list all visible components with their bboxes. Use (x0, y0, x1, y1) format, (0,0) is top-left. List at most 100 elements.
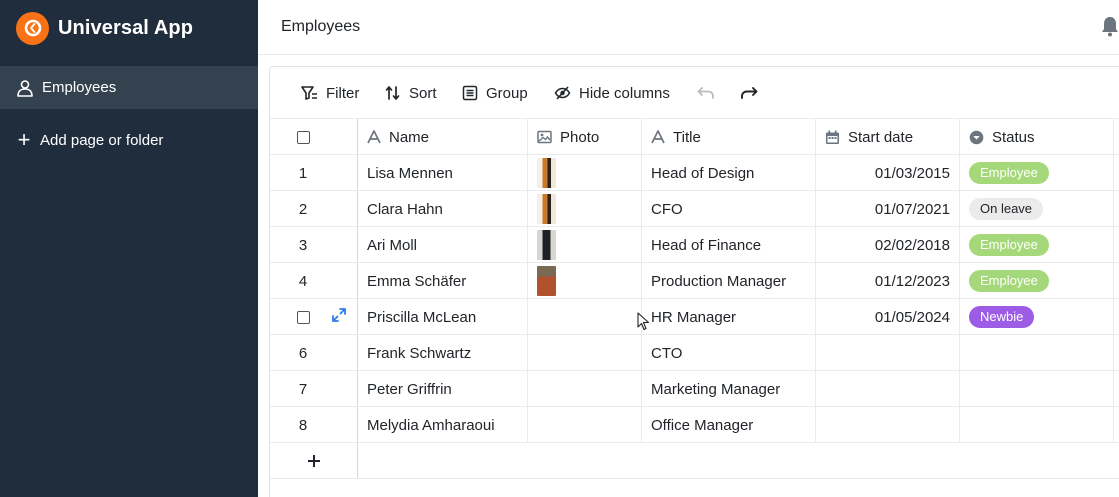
cell-start-date[interactable]: 02/02/2018 (816, 227, 960, 263)
cell-photo[interactable] (528, 371, 642, 407)
cell-name[interactable]: Ari Moll (358, 227, 528, 263)
row-index[interactable]: 4 (270, 263, 358, 299)
column-header-photo[interactable]: Photo (528, 119, 642, 155)
cell-title[interactable]: Office Manager (642, 407, 816, 443)
cell-status[interactable]: On leave (960, 191, 1114, 227)
status-badge: Employee (969, 162, 1049, 184)
cell-photo[interactable] (528, 407, 642, 443)
filter-icon (301, 86, 317, 100)
filter-button[interactable]: Filter (301, 82, 359, 104)
cell-name[interactable]: Emma Schäfer (358, 263, 528, 299)
hide-columns-button[interactable]: Hide columns (554, 82, 670, 104)
column-header-status[interactable]: Status (960, 119, 1114, 155)
column-header-more (1114, 119, 1119, 155)
cell-start-date[interactable]: 01/05/2024 (816, 299, 960, 335)
cell-status[interactable]: Employee (960, 227, 1114, 263)
employee-photo-thumbnail[interactable] (537, 230, 556, 260)
cell-status[interactable]: Employee (960, 263, 1114, 299)
brand[interactable]: Universal App (16, 11, 193, 45)
cell-status[interactable]: Employee (960, 155, 1114, 191)
table-row[interactable]: 2 Clara Hahn CFO 01/07/2021 On leave (270, 190, 1119, 227)
add-row (270, 442, 1119, 479)
select-all-cell[interactable] (270, 119, 358, 155)
bell-icon[interactable] (1100, 15, 1119, 42)
table-row[interactable]: Priscilla McLean HR Manager 01/05/2024 N… (270, 298, 1119, 335)
app-window: Universal App Employees + Add page or fo… (0, 0, 1119, 497)
row-index[interactable] (270, 299, 358, 335)
cell-title[interactable]: Head of Design (642, 155, 816, 191)
user-icon (17, 79, 33, 97)
cell-name[interactable]: Peter Griffrin (358, 371, 528, 407)
cell-photo[interactable] (528, 155, 642, 191)
cell-photo[interactable] (528, 299, 642, 335)
group-button[interactable]: Group (462, 82, 528, 104)
image-type-icon (537, 130, 552, 144)
cell-status[interactable]: Newbie (960, 299, 1114, 335)
table-row[interactable]: 3 Ari Moll Head of Finance 02/02/2018 Em… (270, 226, 1119, 263)
cell-photo[interactable] (528, 191, 642, 227)
sort-button[interactable]: Sort (385, 82, 437, 104)
sort-icon (385, 86, 400, 100)
select-all-checkbox[interactable] (297, 130, 310, 144)
cell-name[interactable]: Clara Hahn (358, 191, 528, 227)
row-select-checkbox[interactable] (297, 310, 310, 324)
cell-start-date[interactable] (816, 371, 960, 407)
single-select-icon (969, 130, 984, 144)
cell-photo[interactable] (528, 227, 642, 263)
cell-name[interactable]: Priscilla McLean (358, 299, 528, 335)
cell-start-date[interactable]: 01/07/2021 (816, 191, 960, 227)
row-index[interactable]: 7 (270, 371, 358, 407)
table-toolbar: Filter Sort Group Hide columns (270, 67, 1119, 118)
cell-status[interactable] (960, 335, 1114, 371)
table-row[interactable]: 7 Peter Griffrin Marketing Manager (270, 370, 1119, 407)
table-row[interactable]: 1 Lisa Mennen Head of Design 01/03/2015 … (270, 154, 1119, 191)
cell-start-date[interactable]: 01/03/2015 (816, 155, 960, 191)
filter-label: Filter (326, 84, 360, 102)
brand-logo-icon (16, 11, 49, 45)
calendar-icon (826, 130, 839, 144)
cell-title[interactable]: Production Manager (642, 263, 816, 299)
employee-photo-thumbnail[interactable] (537, 266, 556, 296)
row-index[interactable]: 6 (270, 335, 358, 371)
redo-button[interactable] (740, 82, 758, 104)
cell-name[interactable]: Frank Schwartz (358, 335, 528, 371)
row-index[interactable]: 2 (270, 191, 358, 227)
add-row-button[interactable] (270, 443, 358, 479)
table-row[interactable]: 6 Frank Schwartz CTO (270, 334, 1119, 371)
employee-photo-thumbnail[interactable] (537, 194, 556, 224)
sidebar-item-employees[interactable]: Employees (0, 66, 258, 109)
cell-name[interactable]: Melydia Amharaoui (358, 407, 528, 443)
plus-icon (307, 455, 320, 467)
column-header-name[interactable]: Name (358, 119, 528, 155)
row-index[interactable]: 8 (270, 407, 358, 443)
column-header-title[interactable]: Title (642, 119, 816, 155)
table-card: Filter Sort Group Hide columns Name Phot… (269, 66, 1119, 497)
cell-title[interactable]: CFO (642, 191, 816, 227)
cell-title[interactable]: HR Manager (642, 299, 816, 335)
cell-status[interactable] (960, 371, 1114, 407)
cell-start-date[interactable] (816, 407, 960, 443)
row-index[interactable]: 3 (270, 227, 358, 263)
cell-start-date[interactable]: 01/12/2023 (816, 263, 960, 299)
cell-title[interactable]: Head of Finance (642, 227, 816, 263)
cell-name[interactable]: Lisa Mennen (358, 155, 528, 191)
table-row[interactable]: 4 Emma Schäfer Production Manager 01/12/… (270, 262, 1119, 299)
sidebar-item-label: Employees (42, 79, 117, 96)
expand-row-icon[interactable] (332, 308, 346, 326)
cell-status[interactable] (960, 407, 1114, 443)
row-index[interactable]: 1 (270, 155, 358, 191)
add-page-button[interactable]: + Add page or folder (16, 128, 164, 152)
table-row[interactable]: 8 Melydia Amharaoui Office Manager (270, 406, 1119, 443)
undo-button[interactable] (697, 82, 715, 104)
group-label: Group (486, 84, 528, 102)
cell-start-date[interactable] (816, 335, 960, 371)
cell-title[interactable]: CTO (642, 335, 816, 371)
table-footer-divider (270, 478, 1119, 479)
column-header-start-date[interactable]: Start date (816, 119, 960, 155)
cell-photo[interactable] (528, 335, 642, 371)
text-type-icon (367, 130, 381, 144)
cell-title[interactable]: Marketing Manager (642, 371, 816, 407)
status-badge: Employee (969, 234, 1049, 256)
cell-photo[interactable] (528, 263, 642, 299)
employee-photo-thumbnail[interactable] (537, 158, 556, 188)
